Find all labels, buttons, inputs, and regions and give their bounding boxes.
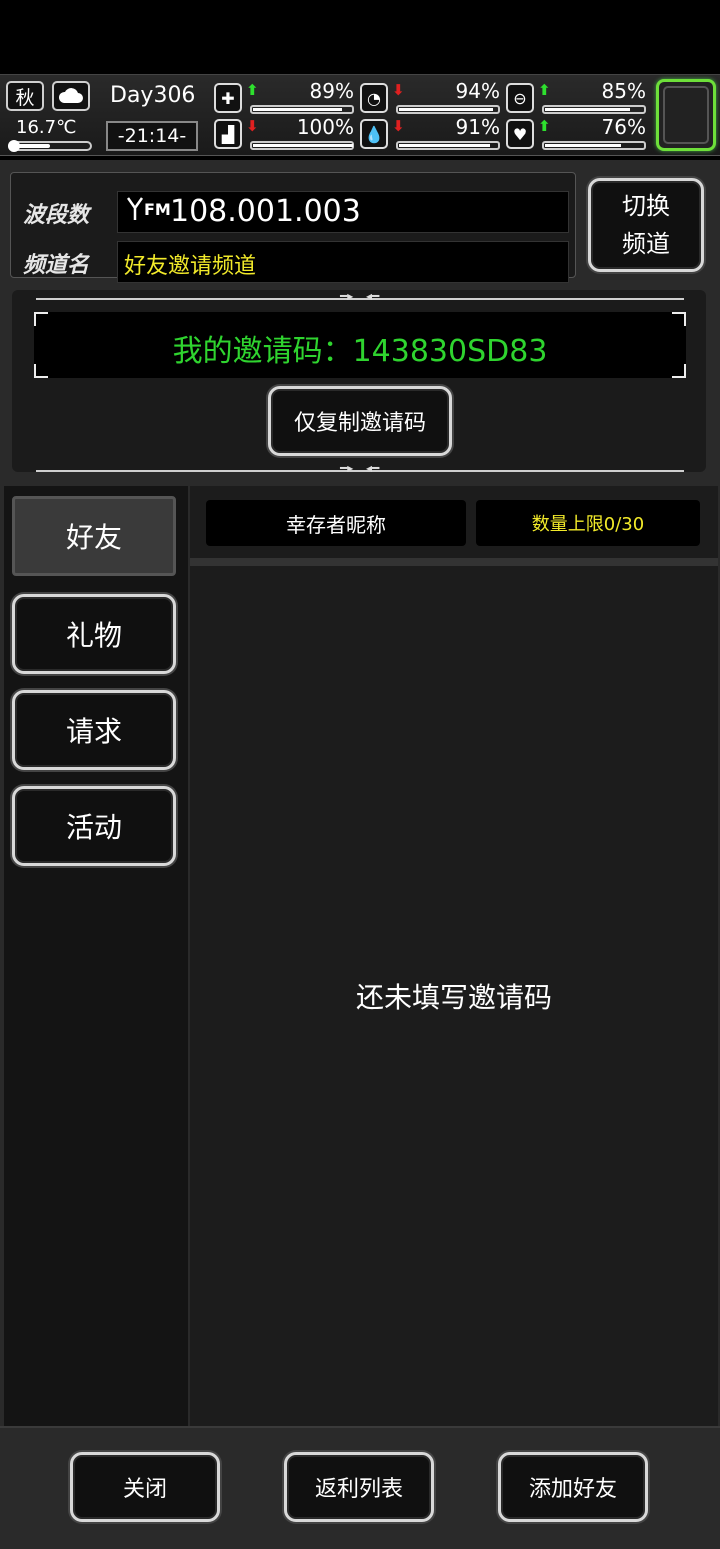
stat-health: ✚ ⬆ 89% [214,79,354,115]
divider: ━▸ ◂━ [36,461,684,475]
heart-icon: ♥ [506,119,534,149]
trend-down-icon: ⬇ [392,81,405,99]
band-label: 波段数 [23,203,90,228]
column-header-limit: 数量上限0/30 [476,500,700,546]
switch-channel-button[interactable]: 切换 频道 [588,178,704,272]
tab-gifts[interactable]: 礼物 [12,594,176,674]
copy-invite-code-button[interactable]: 仅复制邀请码 [268,386,452,456]
stat-bar [250,141,354,150]
pill-icon: ⊖ [506,83,534,113]
close-button[interactable]: 关闭 [70,1452,220,1522]
stat-stomach: ◔ ⬇ 94% [360,79,500,115]
divider: ━▸ ◂━ [36,289,684,303]
stat-value: 94% [455,79,500,103]
tab-events[interactable]: 活动 [12,786,176,866]
stat-value: 89% [309,79,354,103]
boot-icon: ▟ [214,119,242,149]
stat-mood: ♥ ⬆ 76% [506,115,646,151]
clock: -21:14- [106,121,198,151]
side-tabs: 好友 礼物 请求 活动 [4,486,188,1426]
stat-value: 100% [296,115,354,139]
friend-list: 幸存者昵称 数量上限0/30 还未填写邀请码 [190,486,718,1426]
trend-up-icon: ⬆ [246,81,259,99]
empty-state-text: 还未填写邀请码 [355,981,552,1014]
invite-code: 我的邀请码：143830SD83 [172,334,548,369]
stat-bar [542,105,646,114]
trend-down-icon: ⬇ [246,117,259,135]
day-counter: Day306 [110,83,196,108]
tab-requests[interactable]: 请求 [12,690,176,770]
day-time-box: Day306 -21:14- [104,79,200,153]
status-bar: 秋 16.7℃ Day306 -21:14- ✚ ⬆ 89% ◔ ⬇ 94% ⊖ ⬆ 85% ▟ ⬇… [0,74,720,156]
band-value: 108.001.003 [170,194,361,229]
water-icon: 💧 [360,119,388,149]
trend-down-icon: ⬇ [392,117,405,135]
stat-value: 91% [455,115,500,139]
channel-info: 波段数 FM 108.001.003 频道名 好友邀请频道 [10,172,576,283]
trend-up-icon: ⬆ [538,81,551,99]
invite-code-box: 我的邀请码：143830SD83 [34,312,686,378]
stat-stamina: ▟ ⬇ 100% [214,115,354,151]
footer-bar: 关闭 返利列表 添加好友 [0,1426,720,1549]
season-badge: 秋 [6,81,44,111]
temperature: 16.7℃ [16,117,77,138]
column-header-nickname: 幸存者昵称 [206,500,466,546]
trend-up-icon: ⬆ [538,117,551,135]
channel-name-field: 好友邀请频道 [117,241,569,283]
stat-bar [542,141,646,150]
channel-name-label: 频道名 [23,253,90,278]
cloud-icon [52,81,90,111]
medkit-icon: ✚ [214,83,242,113]
menu-button[interactable] [656,79,716,151]
stat-bar [396,105,500,114]
stat-value: 85% [601,79,646,103]
tab-friends[interactable]: 好友 [12,496,176,576]
band-field: FM 108.001.003 [117,191,569,233]
add-friend-button[interactable]: 添加好友 [498,1452,648,1522]
invite-code-panel: ━▸ ◂━ 我的邀请码：143830SD83 仅复制邀请码 ━▸ ◂━ [12,289,706,475]
channel-name-value: 好友邀请频道 [124,254,257,279]
divider [190,558,718,566]
stat-pill: ⊖ ⬆ 85% [506,79,646,115]
temperature-gauge [8,140,92,152]
friend-panel: 波段数 FM 108.001.003 频道名 好友邀请频道 切换 频道 ━▸ ◂━… [0,160,720,1549]
rebate-list-button[interactable]: 返利列表 [284,1452,434,1522]
stomach-icon: ◔ [360,83,388,113]
antenna-icon: FM [126,196,171,221]
stat-water: 💧 ⬇ 91% [360,115,500,151]
stat-bar [250,105,354,114]
stat-value: 76% [601,115,646,139]
stat-bar [396,141,500,150]
